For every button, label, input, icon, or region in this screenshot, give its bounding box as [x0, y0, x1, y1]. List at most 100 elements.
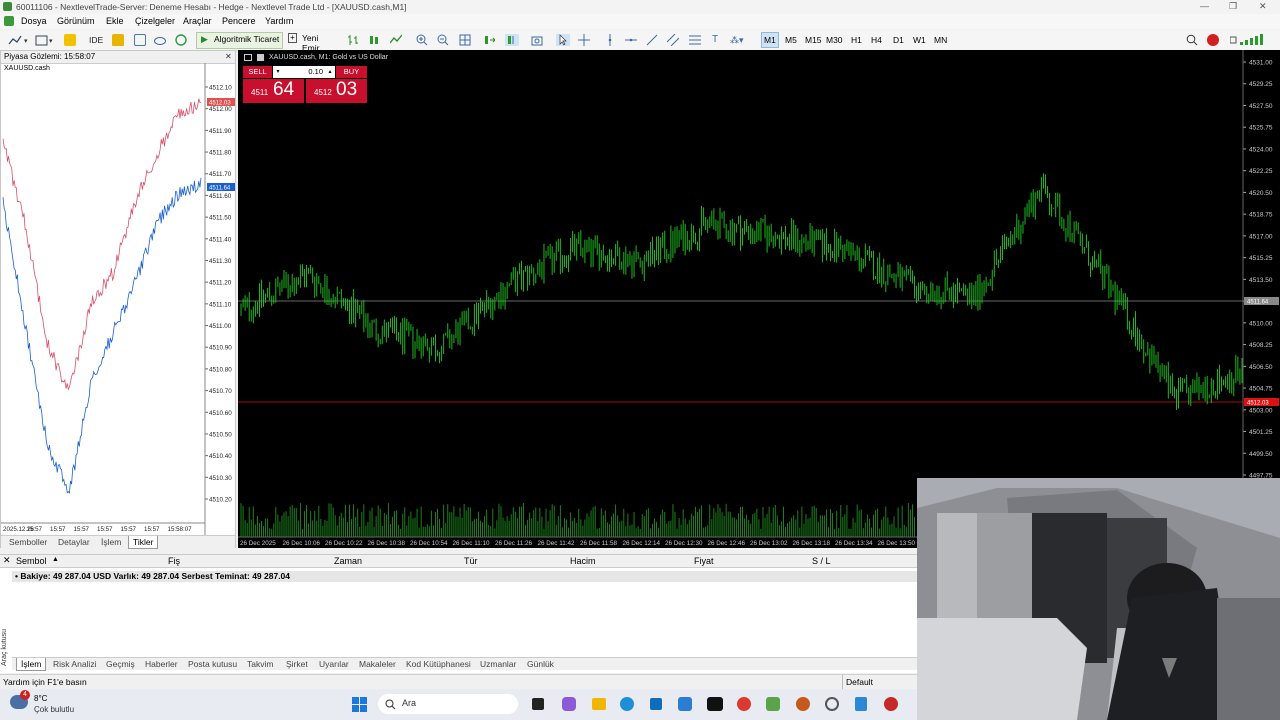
cloud-icon[interactable] [154, 34, 166, 46]
fibonacci-icon[interactable] [689, 34, 701, 46]
menu-ekle[interactable]: Ekle [106, 16, 124, 26]
chrome-icon[interactable] [737, 697, 751, 711]
app-menu-icon[interactable] [4, 16, 14, 26]
tab-semboller[interactable]: Semboller [5, 536, 51, 548]
tab-makaleler[interactable]: Makaleler [355, 658, 400, 670]
tf-m15[interactable]: M15 [803, 33, 824, 47]
navigator-icon[interactable] [64, 34, 76, 46]
text-icon[interactable]: T [712, 33, 718, 47]
cursor-icon[interactable] [556, 34, 570, 46]
tf-mn[interactable]: MN [932, 33, 949, 47]
chart-canvas[interactable]: 4531.00 4529.25 4527.50 4525.75 4524.00 4522.… [238, 50, 1280, 548]
zoom-out-icon[interactable] [437, 34, 449, 46]
tab-risk-analizi[interactable]: Risk Analizi [49, 658, 100, 670]
tab-islem[interactable]: İşlem [97, 536, 125, 548]
start-icon[interactable] [352, 697, 368, 713]
buy-price-box[interactable]: 4512 03 [306, 79, 367, 103]
copilot-icon[interactable] [562, 697, 576, 711]
col-tur[interactable]: Tür [464, 556, 478, 566]
tab-gunluk[interactable]: Günlük [523, 658, 558, 670]
lot-decrease-icon[interactable]: ▾ [273, 66, 283, 78]
tradingview-icon[interactable] [707, 697, 723, 711]
tile-windows-icon[interactable] [459, 34, 471, 46]
market-icon[interactable] [134, 34, 146, 46]
tf-h1[interactable]: H1 [849, 33, 864, 47]
tab-uzmanlar[interactable]: Uzmanlar [476, 658, 520, 670]
menu-yardim[interactable]: Yardım [265, 16, 293, 26]
menu-cizelgeler[interactable]: Çizelgeler [135, 16, 175, 26]
tf-m30[interactable]: M30 [824, 33, 845, 47]
horizontal-line-icon[interactable] [625, 34, 637, 46]
menu-araclar[interactable]: Araçlar [183, 16, 212, 26]
mail-icon[interactable] [678, 697, 692, 711]
store-icon[interactable] [650, 698, 662, 710]
col-fiyat[interactable]: Fiyat [694, 556, 714, 566]
crosshair-icon[interactable] [578, 34, 590, 46]
lot-increase-icon[interactable]: ▴ [325, 66, 335, 78]
lock-icon[interactable] [112, 34, 124, 46]
col-sl[interactable]: S / L [812, 556, 831, 566]
tf-m5[interactable]: M5 [783, 33, 799, 47]
zoom-in-icon[interactable] [416, 34, 428, 46]
tab-gecmis[interactable]: Geçmiş [102, 658, 139, 670]
minimize-icon[interactable]: — [1200, 1, 1209, 11]
app-red-icon[interactable] [884, 697, 898, 711]
settings-icon[interactable] [825, 697, 839, 711]
close-icon[interactable]: ✕ [225, 51, 232, 63]
algo-trading-button[interactable]: ▶ Algoritmik Ticaret [196, 32, 283, 49]
col-fis[interactable]: Fiş [168, 556, 180, 566]
edge-icon[interactable] [620, 697, 634, 711]
autoscroll-icon[interactable] [483, 34, 495, 46]
tf-m1[interactable]: M1 [761, 32, 779, 48]
chart-type-icon[interactable]: ▾ [8, 34, 30, 46]
search-icon[interactable] [1186, 34, 1198, 46]
channel-icon[interactable] [667, 34, 679, 46]
chart-menu-icon[interactable] [244, 54, 252, 61]
menu-pencere[interactable]: Pencere [222, 16, 256, 26]
bar-chart-icon[interactable] [347, 34, 359, 46]
tf-w1[interactable]: W1 [911, 33, 928, 47]
maximize-icon[interactable]: ❐ [1229, 1, 1237, 12]
sell-button[interactable]: SELL [243, 66, 272, 78]
tab-detaylar[interactable]: Detaylar [54, 536, 94, 548]
tf-h4[interactable]: H4 [869, 33, 884, 47]
task-view-icon[interactable] [532, 698, 544, 710]
close-icon[interactable]: ✕ [3, 555, 11, 566]
app-orange-icon[interactable] [796, 697, 810, 711]
tab-kod-kutuphanesi[interactable]: Kod Kütüphanesi [402, 658, 475, 670]
tab-islem[interactable]: İşlem [16, 658, 47, 671]
tab-uyarilar[interactable]: Uyarılar [315, 658, 353, 670]
tab-haberler[interactable]: Haberler [141, 658, 182, 670]
tab-posta-kutusu[interactable]: Posta kutusu [184, 658, 241, 670]
tab-tikler[interactable]: Tikler [128, 536, 159, 549]
close-icon[interactable]: ✕ [1259, 1, 1267, 12]
shapes-icon[interactable]: ⁂▾ [730, 33, 744, 47]
col-hacim[interactable]: Hacim [570, 556, 596, 566]
explorer-icon[interactable] [592, 698, 606, 710]
tab-sirket[interactable]: Şirket [282, 658, 312, 670]
tab-takvim[interactable]: Takvim [243, 658, 277, 670]
taskbar-search[interactable]: Ara [378, 694, 518, 714]
buy-button[interactable]: BUY [336, 66, 367, 78]
screenshot-icon[interactable] [531, 34, 543, 46]
menu-gorunum[interactable]: Görünüm [57, 16, 95, 26]
line-chart-icon[interactable] [390, 34, 402, 46]
col-zaman[interactable]: Zaman [334, 556, 362, 566]
sell-price-box[interactable]: 4511 64 [243, 79, 304, 103]
vertical-line-icon[interactable] [604, 34, 616, 46]
candles-icon[interactable] [368, 34, 380, 46]
chart-shift-icon[interactable] [505, 34, 519, 46]
metatrader-icon[interactable] [766, 697, 780, 711]
menu-dosya[interactable]: Dosya [21, 16, 47, 26]
trendline-icon[interactable] [646, 34, 658, 46]
col-sembol[interactable]: Sembol [16, 556, 47, 566]
tf-d1[interactable]: D1 [891, 33, 906, 47]
signal-icon[interactable] [175, 34, 187, 46]
notifications-icon[interactable] [1207, 34, 1219, 46]
ide-button[interactable]: IDE [89, 33, 103, 47]
lot-input[interactable]: 0.10 [283, 66, 325, 78]
template-icon[interactable]: ▾ [35, 34, 57, 46]
notepad-icon[interactable] [855, 697, 867, 711]
price-chart[interactable]: 4531.00 4529.25 4527.50 4525.75 4524.00 4522.… [238, 50, 1280, 548]
new-order-button[interactable]: + Yeni Emir [286, 32, 338, 53]
